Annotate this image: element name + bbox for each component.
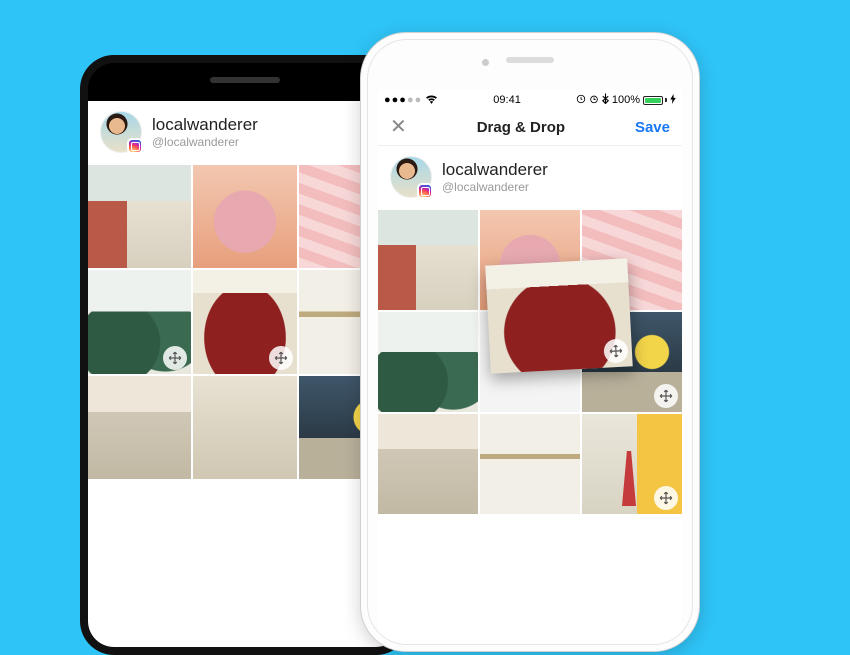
dragging-grid-item[interactable] [485, 258, 632, 373]
grid-item[interactable] [88, 270, 191, 373]
profile-display-name: localwanderer [152, 115, 258, 135]
grid-item[interactable] [193, 376, 296, 479]
grid-item[interactable] [480, 414, 580, 514]
save-button[interactable]: Save [635, 119, 670, 136]
nav-title: Drag & Drop [477, 119, 565, 136]
drag-handle-icon[interactable] [163, 346, 187, 370]
drag-handle-icon[interactable] [603, 338, 628, 363]
android-bezel: localwanderer @localwanderer [88, 63, 402, 647]
wifi-icon [425, 94, 438, 107]
avatar[interactable] [390, 156, 432, 198]
profile-header: localwanderer @localwanderer [378, 146, 682, 210]
status-time: 09:41 [493, 94, 521, 106]
photo-grid [88, 165, 402, 479]
battery-percent: 100% [612, 94, 640, 106]
charging-icon [670, 94, 676, 107]
grid-item[interactable] [88, 165, 191, 268]
grid-item[interactable] [582, 414, 682, 514]
android-screen: localwanderer @localwanderer [88, 101, 402, 647]
rotation-lock-icon [576, 94, 586, 107]
grid-item[interactable] [378, 414, 478, 514]
close-button[interactable]: ✕ [390, 117, 407, 137]
grid-item[interactable] [193, 270, 296, 373]
profile-header: localwanderer @localwanderer [88, 101, 402, 165]
drag-handle-icon[interactable] [654, 486, 678, 510]
grid-item[interactable] [378, 312, 478, 412]
android-speaker [210, 77, 280, 83]
profile-handle: @localwanderer [152, 135, 258, 149]
instagram-badge-icon [127, 138, 143, 154]
drag-handle-icon[interactable] [269, 346, 293, 370]
bluetooth-icon [602, 93, 609, 107]
grid-item[interactable] [193, 165, 296, 268]
profile-display-name: localwanderer [442, 160, 548, 180]
drag-handle-icon[interactable] [654, 384, 678, 408]
grid-item[interactable] [88, 376, 191, 479]
grid-item[interactable] [378, 210, 478, 310]
nav-bar: ✕ Drag & Drop Save [378, 109, 682, 146]
profile-handle: @localwanderer [442, 180, 548, 194]
alarm-icon [589, 94, 599, 107]
status-bar: ●●●●● 09:41 100% [378, 90, 682, 109]
instagram-badge-icon [417, 183, 433, 199]
battery-icon [643, 96, 667, 105]
avatar[interactable] [100, 111, 142, 153]
signal-dots-icon: ●●●●● [384, 94, 422, 106]
